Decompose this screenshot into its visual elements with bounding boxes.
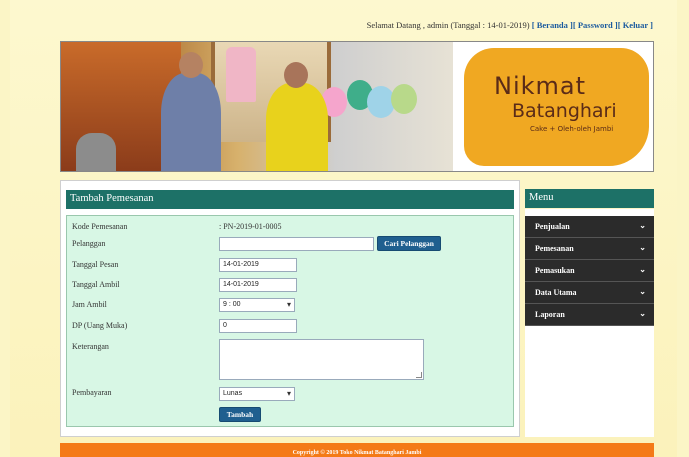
sidebar: Menu Penjualan ⌄ Pemesanan ⌄ Pemasukan ⌄ Da… xyxy=(525,180,654,437)
kode-label: Kode Pemesanan xyxy=(72,222,128,231)
welcome-text: Selamat Datang , admin (Tanggal : 14-01-… xyxy=(366,20,530,30)
menu-title: Menu xyxy=(525,189,654,208)
brand-logo: Nikmat Batanghari Cake + Oleh-oleh Jambi xyxy=(464,48,649,166)
chevron-down-icon: ⌄ xyxy=(639,265,646,274)
jam-ambil-value: 9 : 00 xyxy=(223,301,241,308)
menu-item-laporan[interactable]: Laporan ⌄ xyxy=(525,304,654,326)
chevron-down-icon: ⌄ xyxy=(639,221,646,230)
cari-pelanggan-button[interactable]: Cari Pelanggan xyxy=(377,236,441,251)
pembayaran-select[interactable]: Lunas xyxy=(219,387,295,401)
banner: Nikmat Batanghari Cake + Oleh-oleh Jambi xyxy=(60,41,654,172)
keluar-link[interactable]: [ Keluar ] xyxy=(618,20,653,30)
pelanggan-input[interactable] xyxy=(219,237,374,251)
menu-item-penjualan[interactable]: Penjualan ⌄ xyxy=(525,216,654,238)
menu-item-pemasukan[interactable]: Pemasukan ⌄ xyxy=(525,260,654,282)
tanggal-ambil-label: Tanggal Ambil xyxy=(72,280,120,289)
pembayaran-label: Pembayaran xyxy=(72,388,112,397)
banner-photo xyxy=(61,42,453,171)
keterangan-label: Keterangan xyxy=(72,342,109,351)
menu-item-data-utama[interactable]: Data Utama ⌄ xyxy=(525,282,654,304)
tanggal-pesan-label: Tanggal Pesan xyxy=(72,260,119,269)
order-form: Kode Pemesanan : PN-2019-01-0005 Pelangg… xyxy=(66,215,514,427)
jam-ambil-label: Jam Ambil xyxy=(72,300,107,309)
tambah-button[interactable]: Tambah xyxy=(219,407,261,422)
dp-label: DP (Uang Muka) xyxy=(72,321,128,330)
logo-line2: Batanghari xyxy=(512,100,617,122)
logo-line1: Nikmat xyxy=(494,72,587,100)
password-link[interactable]: [ Password ] xyxy=(573,20,618,30)
beranda-link[interactable]: [ Beranda ] xyxy=(532,20,573,30)
form-title: Tambah Pemesanan xyxy=(66,190,514,209)
pembayaran-value: Lunas xyxy=(223,390,243,397)
pelanggan-label: Pelanggan xyxy=(72,239,106,248)
top-nav: Selamat Datang , admin (Tanggal : 14-01-… xyxy=(367,20,653,30)
tanggal-ambil-input[interactable]: 14-01-2019 xyxy=(219,278,297,292)
menu-item-pemesanan[interactable]: Pemesanan ⌄ xyxy=(525,238,654,260)
chevron-down-icon: ⌄ xyxy=(639,309,646,318)
chevron-down-icon: ⌄ xyxy=(639,287,646,296)
chevron-down-icon: ⌄ xyxy=(639,243,646,252)
kode-value: : PN-2019-01-0005 xyxy=(219,222,282,231)
footer: Copyright © 2019 Toko Nikmat Batanghari … xyxy=(60,443,654,457)
dp-input[interactable]: 0 xyxy=(219,319,297,333)
tanggal-pesan-input[interactable]: 14-01-2019 xyxy=(219,258,297,272)
keterangan-textarea[interactable] xyxy=(219,339,424,380)
logo-tagline: Cake + Oleh-oleh Jambi xyxy=(530,125,614,133)
main-panel: Tambah Pemesanan Kode Pemesanan : PN-201… xyxy=(60,180,520,437)
jam-ambil-select[interactable]: 9 : 00 xyxy=(219,298,295,312)
